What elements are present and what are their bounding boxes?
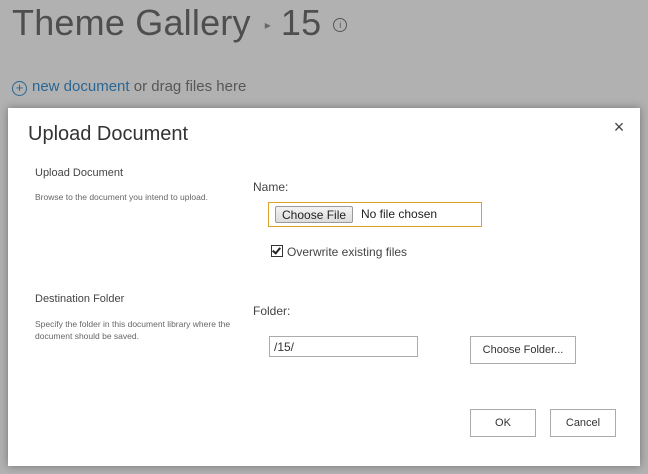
upload-section-description: Browse to the document you intend to upl…	[35, 192, 208, 202]
destination-section-description: Specify the folder in this document libr…	[35, 319, 231, 341]
name-label: Name:	[253, 180, 289, 194]
destination-section-title: Destination Folder	[35, 293, 125, 305]
close-icon[interactable]: ×	[610, 118, 628, 136]
upload-section-title: Upload Document	[35, 167, 124, 179]
folder-input[interactable]	[269, 336, 418, 357]
overwrite-row: Overwrite existing files	[271, 245, 407, 259]
overwrite-label[interactable]: Overwrite existing files	[287, 245, 407, 259]
choose-folder-button[interactable]: Choose Folder...	[470, 336, 576, 364]
cancel-button[interactable]: Cancel	[550, 409, 616, 437]
ok-button[interactable]: OK	[470, 409, 536, 437]
overwrite-checkbox[interactable]	[271, 245, 283, 257]
file-status-text: No file chosen	[361, 207, 438, 221]
dialog-title: Upload Document	[28, 123, 189, 145]
folder-label: Folder:	[253, 304, 291, 318]
choose-file-button[interactable]: Choose File	[275, 206, 354, 223]
file-input[interactable]: Choose File No file chosen	[268, 202, 482, 227]
upload-dialog: Upload Document × Upload Document Browse…	[8, 108, 640, 466]
